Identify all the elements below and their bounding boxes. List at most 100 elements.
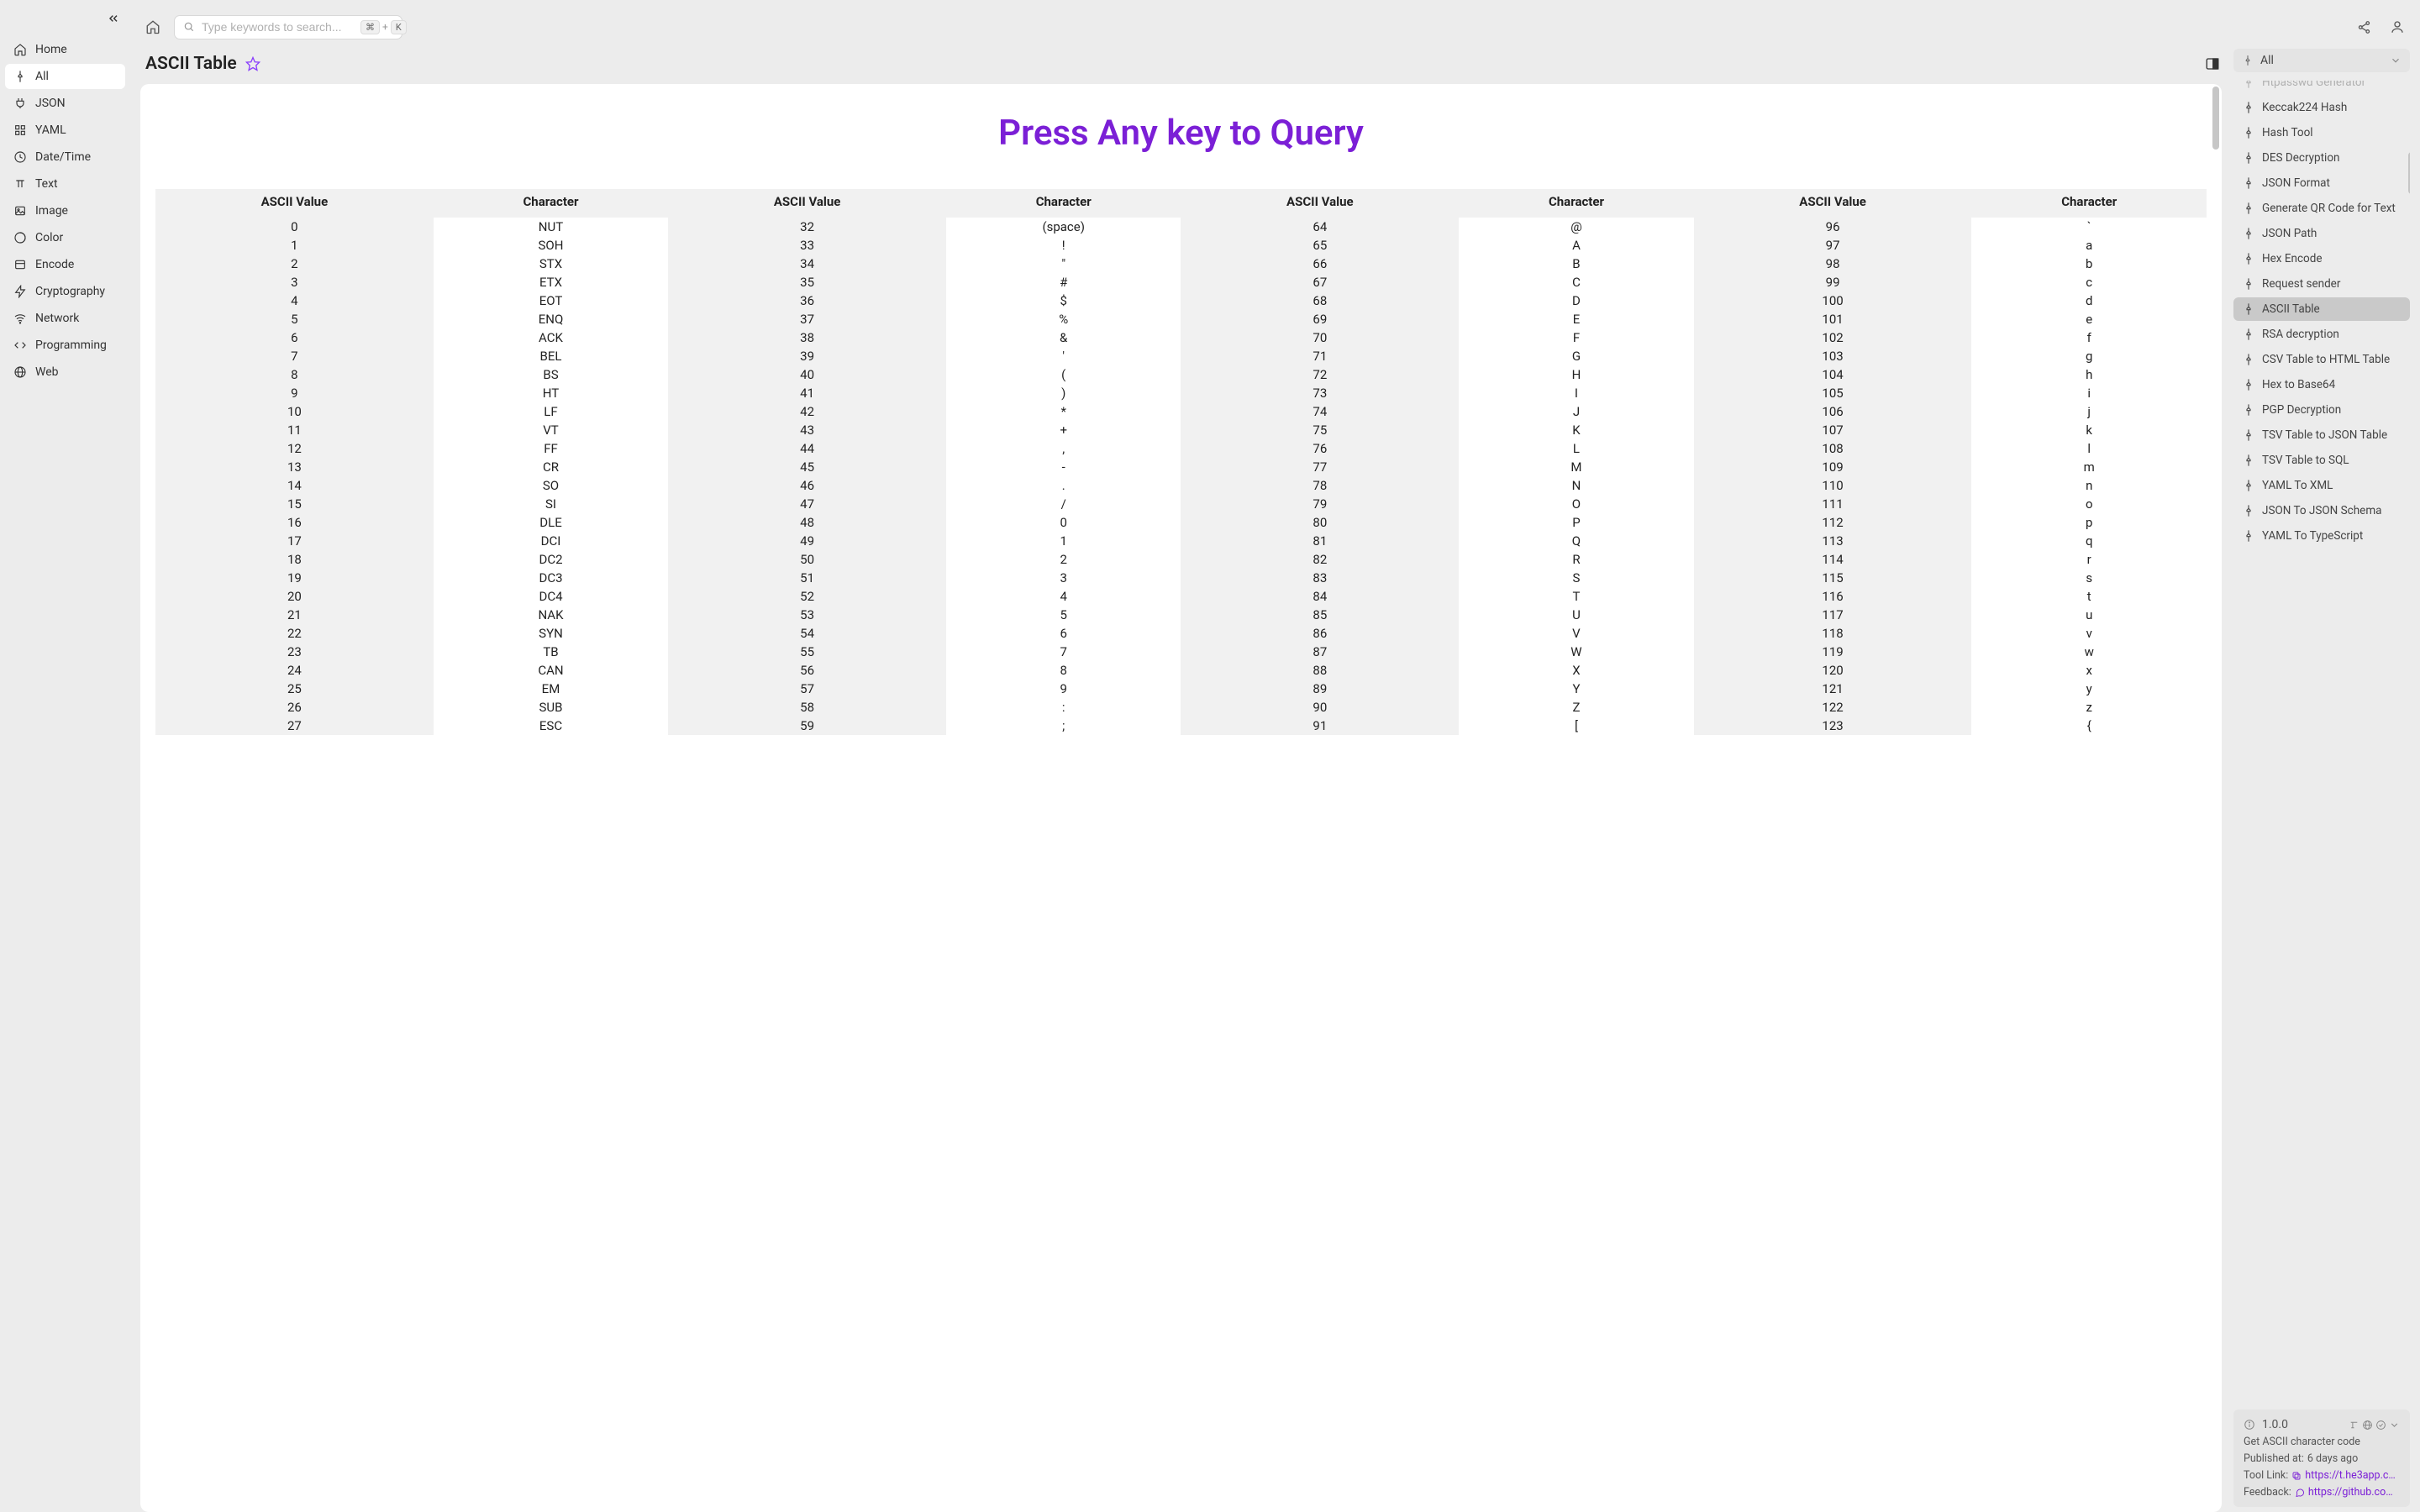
sidebar-item-label: Image bbox=[35, 204, 68, 218]
tool-list-item[interactable]: Hex Encode bbox=[2233, 247, 2410, 270]
tool-list-item[interactable]: JSON Format bbox=[2233, 171, 2410, 195]
ascii-value-cell: 2 bbox=[155, 255, 434, 273]
ascii-value-cell: 56 bbox=[668, 661, 946, 680]
ascii-value-cell: 23 bbox=[155, 643, 434, 661]
character-cell: u bbox=[1971, 606, 2207, 624]
ascii-value-cell: 22 bbox=[155, 624, 434, 643]
sidebar-item-all[interactable]: All bbox=[5, 64, 125, 89]
tool-link[interactable]: https://t.he3app.co… bbox=[2305, 1469, 2400, 1482]
sidebar-item-encode[interactable]: Encode bbox=[5, 252, 125, 277]
tool-list-item-label: JSON Format bbox=[2262, 176, 2330, 190]
tool-list-item[interactable]: Generate QR Code for Text bbox=[2233, 197, 2410, 220]
character-cell: SUB bbox=[434, 698, 668, 717]
character-cell: P bbox=[1459, 513, 1693, 532]
text-icon[interactable] bbox=[2349, 1420, 2360, 1431]
character-cell: J bbox=[1459, 402, 1693, 421]
sidebar-item-image[interactable]: Image bbox=[5, 198, 125, 223]
sidebar-item-network[interactable]: Network bbox=[5, 306, 125, 331]
character-cell: r bbox=[1971, 550, 2207, 569]
ascii-value-cell: 1 bbox=[155, 236, 434, 255]
sidebar-item-cryptography[interactable]: Cryptography bbox=[5, 279, 125, 304]
sidebar-item-color[interactable]: Color bbox=[5, 225, 125, 250]
ascii-value-cell: 66 bbox=[1181, 255, 1459, 273]
collapse-sidebar-button[interactable] bbox=[107, 12, 120, 25]
pin-icon bbox=[2242, 126, 2255, 139]
table-row: 17DCI49181Q113q bbox=[155, 532, 2207, 550]
table-column-header: Character bbox=[946, 189, 1181, 218]
ascii-value-cell: 75 bbox=[1181, 421, 1459, 439]
chevron-down-icon[interactable] bbox=[2389, 1420, 2400, 1431]
tool-list-item[interactable]: CSV Table to HTML Table bbox=[2233, 348, 2410, 371]
copy-icon[interactable] bbox=[2291, 1471, 2302, 1481]
feedback-link[interactable]: https://github.com/… bbox=[2308, 1486, 2400, 1499]
tool-list-item-label: TSV Table to SQL bbox=[2262, 454, 2349, 467]
character-cell: [ bbox=[1459, 717, 1693, 735]
tool-list-item[interactable]: Keccak224 Hash bbox=[2233, 96, 2410, 119]
ascii-value-cell: 89 bbox=[1181, 680, 1459, 698]
chat-icon[interactable] bbox=[2295, 1488, 2305, 1498]
character-cell: N bbox=[1459, 476, 1693, 495]
ascii-value-cell: 49 bbox=[668, 532, 946, 550]
character-cell: A bbox=[1459, 236, 1693, 255]
tool-list-item[interactable]: ASCII Table bbox=[2233, 297, 2410, 321]
ascii-value-cell: 9 bbox=[155, 384, 434, 402]
sidebar-item-home[interactable]: Home bbox=[5, 37, 125, 62]
character-cell: HT bbox=[434, 384, 668, 402]
ascii-value-cell: 38 bbox=[668, 328, 946, 347]
globe-icon[interactable] bbox=[2362, 1420, 2373, 1431]
tool-list-item[interactable]: JSON To JSON Schema bbox=[2233, 499, 2410, 522]
tool-list-item[interactable]: PGP Decryption bbox=[2233, 398, 2410, 422]
right-panel-scrollbar-thumb[interactable] bbox=[2408, 152, 2410, 194]
tool-list-item[interactable]: YAML To TypeScript bbox=[2233, 524, 2410, 548]
search-input[interactable] bbox=[202, 20, 354, 34]
character-cell: w bbox=[1971, 643, 2207, 661]
character-cell: SYN bbox=[434, 624, 668, 643]
published-label: Published at: bbox=[2244, 1452, 2304, 1465]
scrollbar-thumb[interactable] bbox=[2212, 87, 2219, 150]
character-cell: y bbox=[1971, 680, 2207, 698]
check-icon[interactable] bbox=[2375, 1420, 2386, 1431]
sidebar-item-json[interactable]: JSON bbox=[5, 91, 125, 116]
tool-list-item[interactable]: Request sender bbox=[2233, 272, 2410, 296]
ascii-value-cell: 104 bbox=[1694, 365, 1972, 384]
tool-list-item[interactable]: Htpasswd Generator bbox=[2233, 81, 2410, 94]
table-row: 20DC452484T116t bbox=[155, 587, 2207, 606]
table-row: 11VT43+75K107k bbox=[155, 421, 2207, 439]
toggle-right-panel-button[interactable] bbox=[2205, 56, 2220, 71]
tool-list-item-label: Hex Encode bbox=[2262, 252, 2323, 265]
sidebar-item-web[interactable]: Web bbox=[5, 360, 125, 385]
tool-list-item[interactable]: RSA decryption bbox=[2233, 323, 2410, 346]
right-panel-filter[interactable]: All bbox=[2233, 49, 2410, 72]
character-cell: ) bbox=[946, 384, 1181, 402]
tool-list-item[interactable]: DES Decryption bbox=[2233, 146, 2410, 170]
tool-list-item[interactable]: TSV Table to JSON Table bbox=[2233, 423, 2410, 447]
ascii-value-cell: 45 bbox=[668, 458, 946, 476]
character-cell: SO bbox=[434, 476, 668, 495]
home-button[interactable] bbox=[140, 14, 166, 39]
tool-list-item[interactable]: YAML To XML bbox=[2233, 474, 2410, 497]
sidebar-item-text[interactable]: Text bbox=[5, 171, 125, 197]
ascii-value-cell: 101 bbox=[1694, 310, 1972, 328]
tool-list-item[interactable]: Hex to Base64 bbox=[2233, 373, 2410, 396]
tool-list-item[interactable]: TSV Table to SQL bbox=[2233, 449, 2410, 472]
ascii-value-cell: 44 bbox=[668, 439, 946, 458]
tool-list-item[interactable]: Hash Tool bbox=[2233, 121, 2410, 144]
table-row: 22SYN54686V118v bbox=[155, 624, 2207, 643]
code-icon bbox=[13, 339, 27, 352]
ascii-value-cell: 19 bbox=[155, 569, 434, 587]
ascii-value-cell: 97 bbox=[1694, 236, 1972, 255]
tool-list-item-label: DES Decryption bbox=[2262, 151, 2340, 165]
table-row: 1SOH33!65A97a bbox=[155, 236, 2207, 255]
sidebar-item-date-time[interactable]: Date/Time bbox=[5, 144, 125, 170]
character-cell: 1 bbox=[946, 532, 1181, 550]
favorite-button[interactable] bbox=[245, 56, 260, 71]
character-cell: CAN bbox=[434, 661, 668, 680]
sidebar-item-yaml[interactable]: YAML bbox=[5, 118, 125, 143]
tool-list-item[interactable]: JSON Path bbox=[2233, 222, 2410, 245]
table-row: 7BEL39'71G103g bbox=[155, 347, 2207, 365]
share-button[interactable] bbox=[2351, 14, 2376, 39]
character-cell: e bbox=[1971, 310, 2207, 328]
search-box[interactable]: ⌘ + K bbox=[174, 15, 402, 39]
sidebar-item-programming[interactable]: Programming bbox=[5, 333, 125, 358]
account-button[interactable] bbox=[2385, 14, 2410, 39]
